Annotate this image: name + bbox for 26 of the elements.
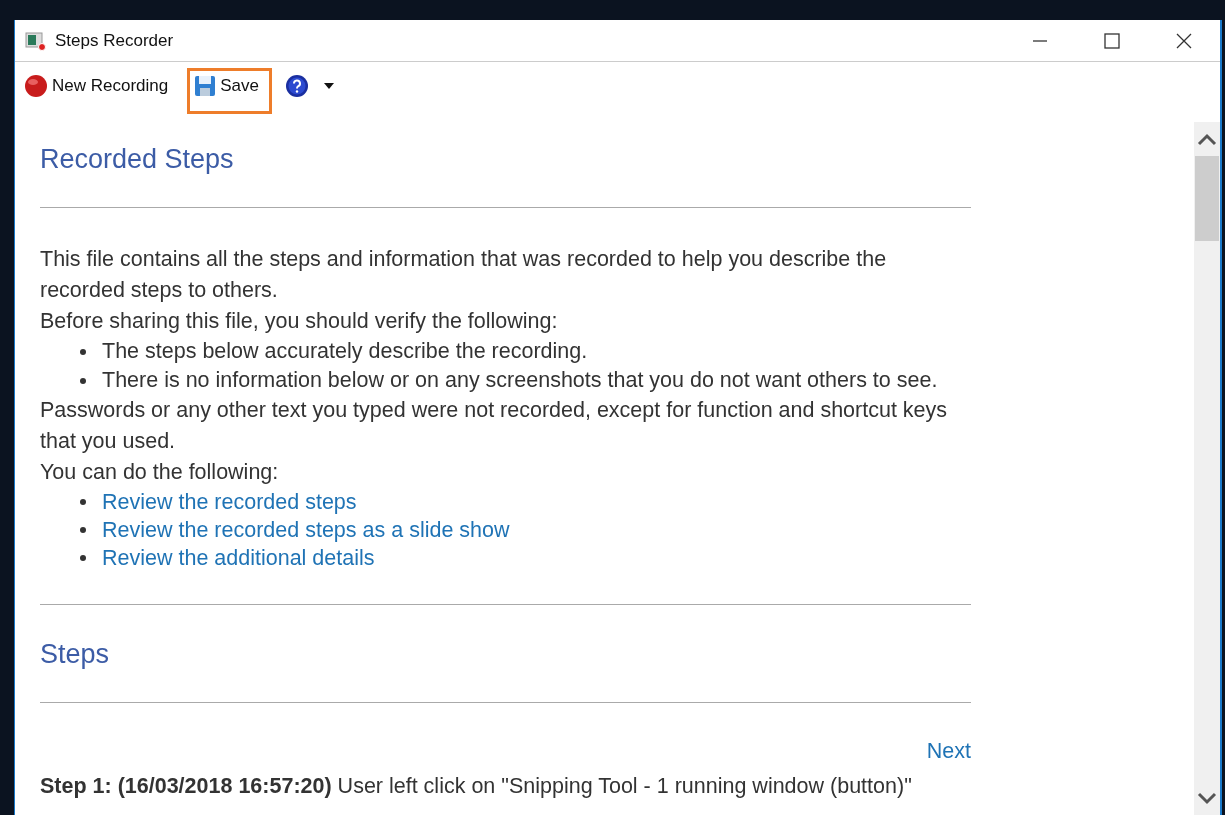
paragraph: Passwords or any other text you typed were not recorded, except for function and shortcut keys that you used.	[40, 397, 949, 455]
scrollbar-thumb[interactable]	[1195, 156, 1219, 241]
scroll-up-icon[interactable]	[1197, 132, 1217, 146]
app-icon	[25, 30, 47, 51]
window-title: Steps Recorder	[55, 30, 174, 51]
new-recording-button[interactable]: New Recording	[17, 67, 182, 115]
next-link[interactable]: Next	[926, 737, 971, 765]
record-icon	[24, 74, 48, 98]
link[interactable]: Review the recorded steps as a slide show	[102, 516, 510, 544]
scrollbar[interactable]	[1194, 122, 1220, 815]
save-button[interactable]: Save	[187, 68, 272, 114]
paragraph: This file contains all the steps and information that was recorded to help you describe the recorded steps to others.	[40, 246, 888, 304]
close-icon[interactable]	[1176, 32, 1192, 49]
scroll-down-icon[interactable]	[1197, 791, 1217, 805]
help-icon	[285, 74, 309, 98]
list-item: The steps below accurately describe the recording.	[102, 338, 588, 365]
paragraph: You can do the following:	[40, 459, 280, 486]
step-description: Step 1: (16/03/2018 16:57:20) User left click on "Snipping Tool - 1 running window (button)"	[40, 773, 913, 800]
link[interactable]: Review the recorded steps	[102, 488, 357, 516]
caret-icon	[323, 82, 335, 90]
link[interactable]: Review the additional details	[102, 544, 375, 572]
section-heading: Recorded Steps	[40, 144, 235, 175]
list-item: There is no information below or on any screenshots that you do not want others to see.	[102, 367, 938, 394]
paragraph: Before sharing this file, you should verify the following:	[40, 308, 559, 335]
maximize-icon[interactable]	[1104, 32, 1120, 49]
section-heading: Steps	[40, 639, 111, 670]
